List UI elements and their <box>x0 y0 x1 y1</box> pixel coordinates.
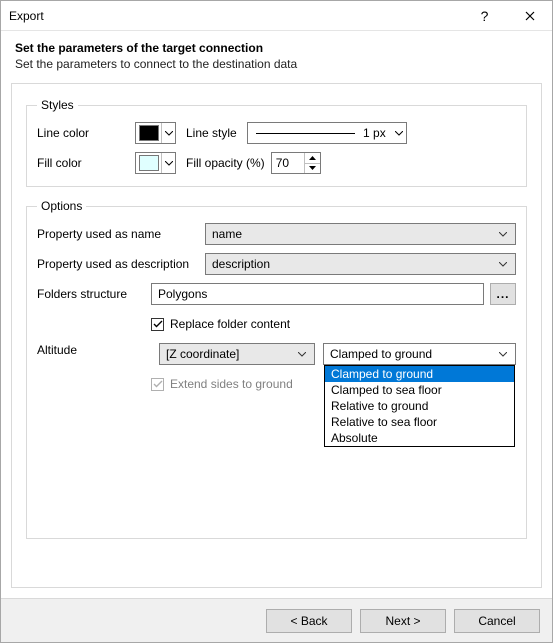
titlebar: Export ? <box>1 1 552 31</box>
property-description-select[interactable]: description <box>205 253 516 275</box>
styles-group: Styles Line color Line style 1 px <box>26 98 527 187</box>
altitude-source-select[interactable]: [Z coordinate] <box>159 343 315 365</box>
cancel-button[interactable]: Cancel <box>454 609 540 633</box>
chevron-down-icon <box>497 262 509 267</box>
fill-color-picker[interactable] <box>135 152 176 174</box>
header-heading: Set the parameters of the target connect… <box>15 41 538 55</box>
header: Set the parameters of the target connect… <box>1 31 552 83</box>
fill-color-label: Fill color <box>37 156 135 170</box>
dropdown-option[interactable]: Absolute <box>325 430 514 446</box>
replace-folder-label: Replace folder content <box>170 317 290 331</box>
property-description-label: Property used as description <box>37 257 205 271</box>
help-button[interactable]: ? <box>462 1 507 31</box>
spin-down-icon[interactable] <box>305 163 320 174</box>
property-name-label: Property used as name <box>37 227 205 241</box>
dropdown-option[interactable]: Clamped to ground <box>325 366 514 382</box>
line-style-value: 1 px <box>363 126 386 140</box>
export-dialog: Export ? Set the parameters of the targe… <box>0 0 553 643</box>
header-subheading: Set the parameters to connect to the des… <box>15 57 538 71</box>
line-preview <box>256 133 355 134</box>
dropdown-option[interactable]: Relative to sea floor <box>325 414 514 430</box>
window-title: Export <box>9 9 462 23</box>
line-style-label: Line style <box>186 126 237 140</box>
styles-legend: Styles <box>37 98 78 112</box>
fill-opacity-value: 70 <box>272 153 304 173</box>
next-button[interactable]: Next > <box>360 609 446 633</box>
close-icon <box>525 11 535 21</box>
close-button[interactable] <box>507 1 552 31</box>
altitude-label: Altitude <box>37 343 151 357</box>
dropdown-option[interactable]: Relative to ground <box>325 398 514 414</box>
options-group: Options Property used as name name Prope… <box>26 199 527 539</box>
chevron-down-icon <box>497 232 509 237</box>
chevron-down-icon <box>161 153 175 173</box>
fill-opacity-label: Fill opacity (%) <box>186 156 265 170</box>
content-panel: Styles Line color Line style 1 px <box>11 83 542 588</box>
chevron-down-icon <box>392 123 406 143</box>
line-style-picker[interactable]: 1 px <box>247 122 407 144</box>
line-color-picker[interactable] <box>135 122 176 144</box>
checkbox-icon <box>151 378 164 391</box>
extend-sides-label: Extend sides to ground <box>170 377 293 391</box>
replace-folder-checkbox[interactable]: Replace folder content <box>151 317 290 331</box>
altitude-mode-select[interactable]: Clamped to ground Clamped to ground Clam… <box>323 343 516 365</box>
line-color-swatch <box>139 125 159 141</box>
options-legend: Options <box>37 199 86 213</box>
footer: < Back Next > Cancel <box>1 598 552 642</box>
property-name-select[interactable]: name <box>205 223 516 245</box>
fill-color-swatch <box>139 155 159 171</box>
checkbox-icon <box>151 318 164 331</box>
chevron-down-icon <box>497 352 509 357</box>
back-button[interactable]: < Back <box>266 609 352 633</box>
line-color-label: Line color <box>37 126 135 140</box>
dropdown-option[interactable]: Clamped to sea floor <box>325 382 514 398</box>
altitude-mode-dropdown: Clamped to ground Clamped to sea floor R… <box>324 365 515 447</box>
fill-opacity-stepper[interactable]: 70 <box>271 152 321 174</box>
folders-structure-input[interactable]: Polygons <box>151 283 484 305</box>
chevron-down-icon <box>296 352 308 357</box>
extend-sides-checkbox: Extend sides to ground <box>151 377 293 391</box>
browse-button[interactable]: ... <box>490 283 516 305</box>
folders-structure-label: Folders structure <box>37 287 151 301</box>
chevron-down-icon <box>161 123 175 143</box>
spin-up-icon[interactable] <box>305 153 320 163</box>
